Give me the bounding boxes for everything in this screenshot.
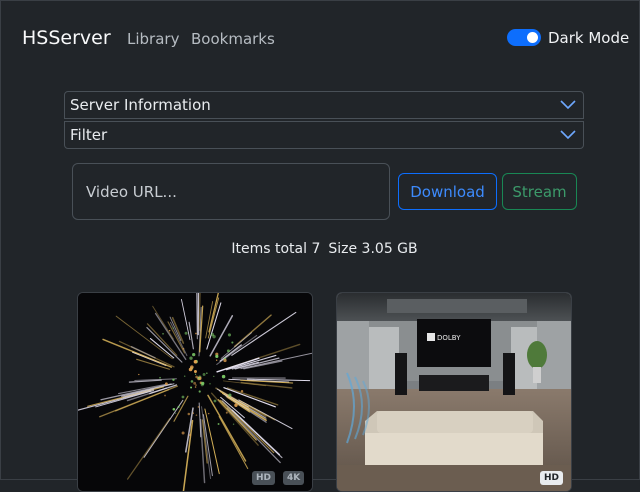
library-summary: Items total 7 Size 3.05 GB [0,241,640,257]
chevron-down-icon [559,129,577,141]
accordion-filter[interactable]: Filter [64,121,584,149]
hd-badge: HD [540,471,563,485]
dark-mode-toggle[interactable] [507,29,541,46]
download-button[interactable]: Download [398,173,497,210]
nav-library-link[interactable]: Library [127,30,179,48]
hd-badge: HD [252,471,275,485]
video-card[interactable] [77,292,313,492]
video-url-field [72,163,390,220]
living-room-thumbnail: DOLBY [337,293,572,492]
accordion-title: Server Information [70,96,211,114]
items-total: Items total 7 [231,241,320,257]
nav-bookmarks-link[interactable]: Bookmarks [191,30,275,48]
brand-logo[interactable]: HSServer [22,27,111,49]
video-card[interactable]: DOLBY [336,292,572,492]
accordion-title: Filter [70,126,107,144]
fireworks-thumbnail [78,293,313,492]
chevron-down-icon [559,99,577,111]
accordion-server-information[interactable]: Server Information [64,91,584,119]
video-url-input[interactable] [74,165,386,218]
dark-mode-label: Dark Mode [548,29,629,47]
dolby-logo-text: DOLBY [437,334,461,342]
stream-button[interactable]: Stream [502,173,577,210]
toggle-knob [527,32,538,43]
total-size: Size 3.05 GB [328,241,417,257]
4k-badge: 4K [283,471,304,485]
